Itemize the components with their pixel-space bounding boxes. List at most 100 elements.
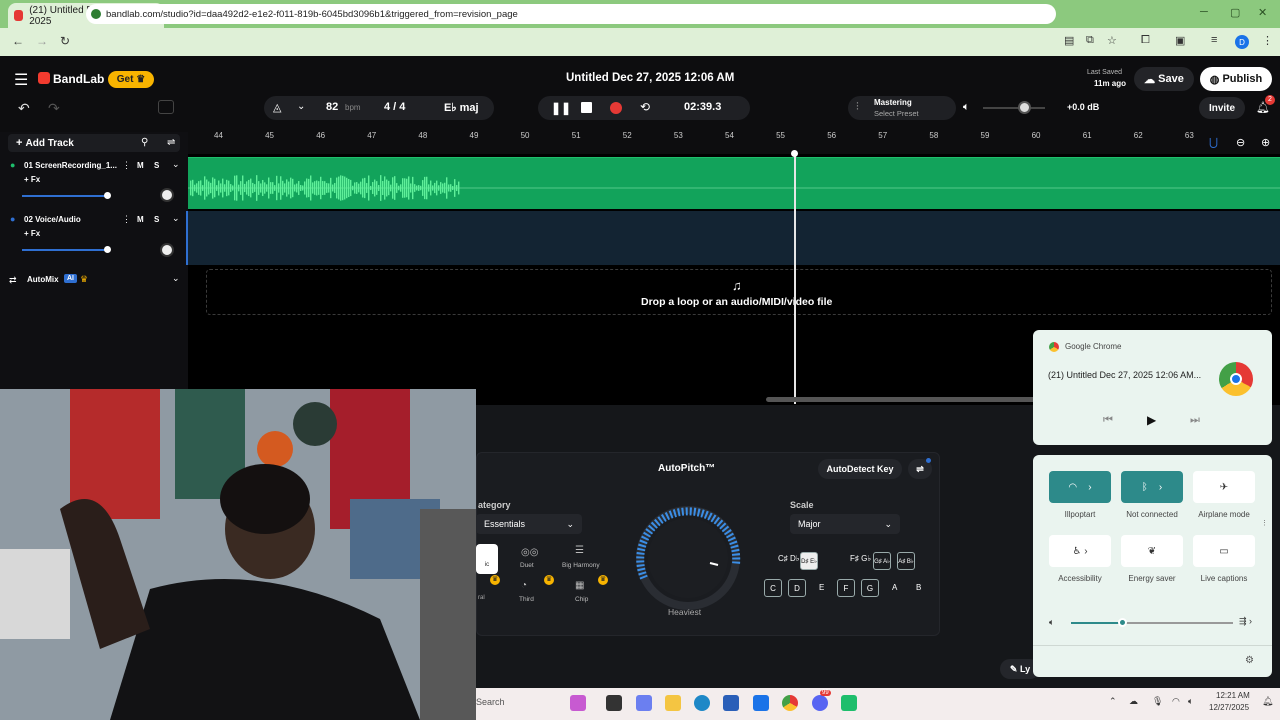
menu-kebab-icon[interactable]: ⋮ <box>1262 34 1273 47</box>
maximize-icon[interactable]: ▢ <box>1230 6 1240 19</box>
time-signature[interactable]: 4 / 4 <box>384 101 405 113</box>
tray-wifi-icon[interactable]: ◠ <box>1172 696 1180 707</box>
autopitch-strength-knob[interactable] <box>630 502 750 612</box>
track-2-fx[interactable]: + Fx <box>24 229 40 238</box>
reload-icon[interactable]: ↻ <box>60 34 70 48</box>
discord-icon[interactable] <box>812 695 828 711</box>
zoom-out-icon[interactable]: ⊖ <box>1236 136 1245 149</box>
tab-search-icon[interactable]: ▣ <box>1175 34 1185 47</box>
track-1-solo[interactable]: S <box>154 161 159 170</box>
tray-mic-icon[interactable]: 🎙︎ <box>1152 696 1163 707</box>
preset-classic[interactable]: ic <box>476 544 498 574</box>
accessibility-toggle[interactable]: ♿︎ › <box>1049 535 1111 567</box>
share-icon[interactable]: ⧉ <box>1086 34 1094 47</box>
speaker-icon[interactable]: 🔈︎ <box>963 101 970 114</box>
master-volume-thumb[interactable] <box>1018 101 1031 114</box>
copilot-icon[interactable] <box>570 695 586 711</box>
track-1-volume-thumb[interactable] <box>104 192 111 199</box>
pause-icon[interactable]: ❚❚ <box>551 101 571 115</box>
minimize-icon[interactable]: ─ <box>1200 6 1208 18</box>
audio-output-icon[interactable]: ⇶ › <box>1239 616 1252 627</box>
track-1-region[interactable] <box>188 157 1280 209</box>
settings-gear-icon[interactable]: ⚙ <box>1245 655 1254 666</box>
preset-chip[interactable]: Chip <box>575 596 588 603</box>
get-membership-button[interactable]: Get ♛ <box>108 71 154 88</box>
file-explorer-icon[interactable] <box>665 695 681 711</box>
edge-icon[interactable] <box>694 695 710 711</box>
play-icon[interactable]: ▶ <box>1147 413 1156 427</box>
preset-big-harmony[interactable]: Big Harmony <box>562 562 600 569</box>
wifi-toggle[interactable]: ◠ › <box>1049 471 1111 503</box>
key-c[interactable]: C <box>764 579 782 597</box>
track-1-name[interactable]: 01 ScreenRecording_1... <box>24 161 117 170</box>
track-1-expand-icon[interactable]: ⌄ <box>172 159 180 170</box>
track-settings-icon[interactable]: ⇌ <box>167 137 175 148</box>
key-d-sharp[interactable]: D♯ E♭ <box>800 552 818 570</box>
stop-icon[interactable] <box>581 102 592 113</box>
key-a-sharp[interactable]: A♯ B♭ <box>897 552 915 570</box>
key-g-sharp[interactable]: G♯ A♭ <box>873 552 891 570</box>
drop-zone[interactable]: ♫ Drop a loop or an audio/MIDI/video fil… <box>206 269 1272 315</box>
redo-icon[interactable]: ↷ <box>48 100 60 117</box>
tuner-icon[interactable]: ⚲ <box>141 137 148 148</box>
zoom-in-icon[interactable]: ⊕ <box>1261 136 1270 149</box>
taskbar-search[interactable]: Search <box>476 697 505 707</box>
next-track-icon[interactable]: ⏭ <box>1190 414 1200 427</box>
track-2-solo[interactable]: S <box>154 215 159 224</box>
window-close-icon[interactable]: ✕ <box>1258 6 1267 19</box>
key-f-sharp[interactable]: F♯ G♭ <box>850 554 871 563</box>
bpm-value[interactable]: 82 <box>326 101 338 113</box>
category-dropdown[interactable]: Essentials ⌄ <box>476 514 582 534</box>
key-g[interactable]: G <box>861 579 879 597</box>
key-e[interactable]: E <box>819 583 824 592</box>
metronome-icon[interactable]: ◬ <box>273 101 281 114</box>
snap-magnet-icon[interactable]: ⋃ <box>1209 136 1218 149</box>
track-1-fx[interactable]: + Fx <box>24 175 40 184</box>
key-f[interactable]: F <box>837 579 855 597</box>
preset-duet[interactable]: Duet <box>520 562 534 569</box>
preset-third[interactable]: Third <box>519 596 534 603</box>
key-a[interactable]: A <box>892 583 897 592</box>
track-2-pan-knob[interactable] <box>160 243 174 257</box>
tray-cloud-icon[interactable]: ☁ <box>1129 696 1138 707</box>
track-2-region[interactable] <box>188 211 1280 265</box>
outlook-icon[interactable] <box>753 695 769 711</box>
master-volume-slider[interactable] <box>983 107 1045 109</box>
tray-volume-icon[interactable]: 🔈︎ <box>1188 696 1193 707</box>
profile-avatar[interactable]: D <box>1235 35 1249 49</box>
url-field[interactable]: bandlab.com/studio?id=daa492d2-e1e2-f011… <box>86 4 1056 24</box>
key-selector[interactable]: E♭ maj <box>444 101 479 114</box>
extensions-icon[interactable]: ⧠ <box>1141 34 1150 47</box>
track-1-more-icon[interactable]: ⋮ <box>122 160 131 171</box>
track-1-mute[interactable]: M <box>137 161 144 170</box>
scale-dropdown[interactable]: Major ⌄ <box>790 514 900 534</box>
invite-button[interactable]: Invite <box>1199 97 1245 119</box>
autodetect-key-button[interactable]: AutoDetect Key <box>818 459 902 479</box>
store-icon[interactable] <box>723 695 739 711</box>
track-2-expand-icon[interactable]: ⌄ <box>172 213 180 224</box>
copilot-app-icon[interactable] <box>636 695 652 711</box>
notifications-bell-icon[interactable]: 🔔︎ <box>1262 696 1273 707</box>
mixer-toggle-icon[interactable] <box>158 100 174 114</box>
save-button[interactable]: ☁ Save <box>1134 67 1194 91</box>
loop-icon[interactable]: ⟲ <box>640 100 650 114</box>
chevron-down-icon[interactable]: ⌄ <box>297 101 305 112</box>
track-1-volume-slider[interactable] <box>22 195 108 197</box>
bookmark-star-icon[interactable]: ☆ <box>1107 34 1117 47</box>
airplane-toggle[interactable]: ✈ <box>1193 471 1255 503</box>
media-control-icon[interactable]: ≡ <box>1211 34 1217 46</box>
app-icon[interactable] <box>841 695 857 711</box>
track-2-mute[interactable]: M <box>137 215 144 224</box>
forward-icon[interactable]: → <box>36 34 48 48</box>
live-captions-toggle[interactable]: ▭ <box>1193 535 1255 567</box>
automix-expand-icon[interactable]: ⌄ <box>172 273 180 284</box>
tray-chevron-icon[interactable]: ⌃ <box>1109 696 1117 707</box>
timeline-ruler[interactable] <box>188 132 1280 154</box>
hamburger-menu-icon[interactable]: ☰ <box>14 70 28 90</box>
playhead-handle[interactable] <box>791 150 798 157</box>
track-2-volume-thumb[interactable] <box>104 246 111 253</box>
tray-time[interactable]: 12:21 AM <box>1216 691 1250 700</box>
automix-label[interactable]: AutoMix <box>27 275 59 284</box>
reading-mode-icon[interactable]: ▤ <box>1064 34 1074 47</box>
undo-icon[interactable]: ↶ <box>18 100 30 117</box>
